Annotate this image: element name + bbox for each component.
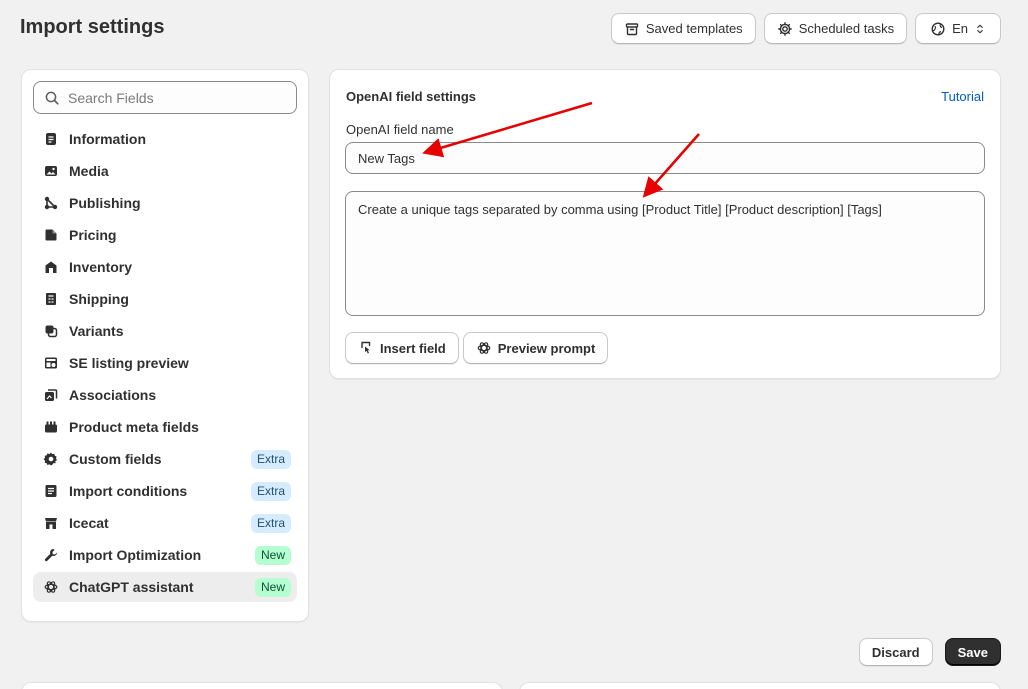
sidebar-item-media[interactable]: Media: [33, 156, 297, 186]
sidebar-item-custom-fields[interactable]: Custom fields Extra: [33, 444, 297, 474]
inventory-icon: [43, 259, 59, 275]
sidebar-item-label: Icecat: [69, 515, 109, 531]
image-icon: [43, 163, 59, 179]
gear-icon: [43, 451, 59, 467]
sidebar-item-variants[interactable]: Variants: [33, 316, 297, 346]
search-input[interactable]: [68, 89, 286, 106]
listing-preview-icon: [43, 355, 59, 371]
sidebar-item-label: Inventory: [69, 259, 133, 275]
sidebar-item-associations[interactable]: Associations: [33, 380, 297, 410]
scheduled-tasks-button[interactable]: Scheduled tasks: [763, 13, 908, 44]
language-selector[interactable]: En: [915, 13, 1001, 44]
sidebar-item-label: Shipping: [69, 291, 129, 307]
sidebar-item-label: Information: [69, 131, 146, 147]
sidebar-item-publishing[interactable]: Publishing: [33, 188, 297, 218]
sidebar-item-label: Media: [69, 163, 109, 179]
sidebar-item-chatgpt-assistant[interactable]: ChatGPT assistant New: [33, 572, 297, 602]
bottom-card-left: [21, 682, 503, 689]
language-label: En: [952, 21, 968, 36]
search-box[interactable]: [33, 81, 297, 114]
top-actions: Saved templates Scheduled tasks En: [610, 13, 1001, 44]
new-badge: New: [254, 577, 291, 597]
extra-badge: Extra: [250, 513, 291, 533]
openai-icon: [43, 579, 59, 595]
conditions-icon: [43, 483, 59, 499]
gear-icon: [777, 21, 793, 37]
sidebar-item-import-optimization[interactable]: Import Optimization New: [33, 540, 297, 570]
tutorial-link[interactable]: Tutorial: [941, 89, 984, 104]
insert-field-icon: [358, 340, 374, 356]
openai-icon: [476, 340, 492, 356]
prompt-textarea[interactable]: Create a unique tags separated by comma …: [345, 191, 985, 316]
archive-icon: [624, 21, 640, 37]
sidebar-item-label: ChatGPT assistant: [69, 579, 194, 595]
field-name-input[interactable]: [345, 142, 985, 174]
scheduled-tasks-label: Scheduled tasks: [798, 21, 895, 36]
saved-templates-label: Saved templates: [645, 21, 743, 36]
sidebar-item-label: Publishing: [69, 195, 141, 211]
discard-button[interactable]: Discard: [858, 638, 933, 666]
shipping-icon: [43, 291, 59, 307]
sidebar-item-pricing[interactable]: Pricing: [33, 220, 297, 250]
sidebar-nav: Information Media Publishing Pricing Inv…: [33, 124, 297, 602]
sidebar: Information Media Publishing Pricing Inv…: [21, 69, 309, 622]
bottom-card-right: [519, 682, 1001, 689]
sidebar-item-label: Associations: [69, 387, 157, 403]
settings-title: OpenAI field settings: [346, 89, 477, 104]
new-badge: New: [254, 545, 291, 565]
sidebar-item-icecat[interactable]: Icecat Extra: [33, 508, 297, 538]
sidebar-item-information[interactable]: Information: [33, 124, 297, 154]
wrench-icon: [43, 547, 59, 563]
saved-templates-button[interactable]: Saved templates: [610, 13, 756, 44]
page-title: Import settings: [20, 16, 165, 38]
sidebar-item-shipping[interactable]: Shipping: [33, 284, 297, 314]
search-icon: [44, 90, 60, 106]
insert-field-label: Insert field: [380, 340, 446, 356]
openai-settings-card: OpenAI field settings Tutorial OpenAI fi…: [329, 69, 1001, 379]
extra-badge: Extra: [250, 481, 291, 501]
variants-icon: [43, 323, 59, 339]
extra-badge: Extra: [250, 449, 291, 469]
sidebar-item-label: Import Optimization: [69, 547, 202, 563]
sidebar-item-product-meta-fields[interactable]: Product meta fields: [33, 412, 297, 442]
footer-actions: Discard Save: [858, 638, 1001, 666]
sidebar-item-label: Pricing: [69, 227, 117, 243]
associations-icon: [43, 387, 59, 403]
sidebar-item-import-conditions[interactable]: Import conditions Extra: [33, 476, 297, 506]
price-tag-icon: [43, 227, 59, 243]
document-icon: [43, 131, 59, 147]
sidebar-item-label: Variants: [69, 323, 124, 339]
globe-icon: [930, 21, 946, 37]
sidebar-item-label: Import conditions: [69, 483, 188, 499]
save-button[interactable]: Save: [944, 638, 1001, 666]
meta-fields-icon: [43, 419, 59, 435]
store-icon: [43, 515, 59, 531]
field-name-label: OpenAI field name: [346, 122, 454, 137]
insert-field-button[interactable]: Insert field: [345, 332, 459, 364]
preview-prompt-button[interactable]: Preview prompt: [462, 332, 609, 364]
prompt-actions: Insert field Preview prompt: [345, 332, 609, 364]
sidebar-item-label: SE listing preview: [69, 355, 189, 371]
sidebar-item-label: Product meta fields: [69, 419, 199, 435]
sidebar-item-se-listing-preview[interactable]: SE listing preview: [33, 348, 297, 378]
sidebar-item-inventory[interactable]: Inventory: [33, 252, 297, 282]
chevron-up-down-icon: [974, 22, 986, 36]
preview-prompt-label: Preview prompt: [497, 340, 596, 356]
sidebar-item-label: Custom fields: [69, 451, 162, 467]
publishing-icon: [43, 195, 59, 211]
